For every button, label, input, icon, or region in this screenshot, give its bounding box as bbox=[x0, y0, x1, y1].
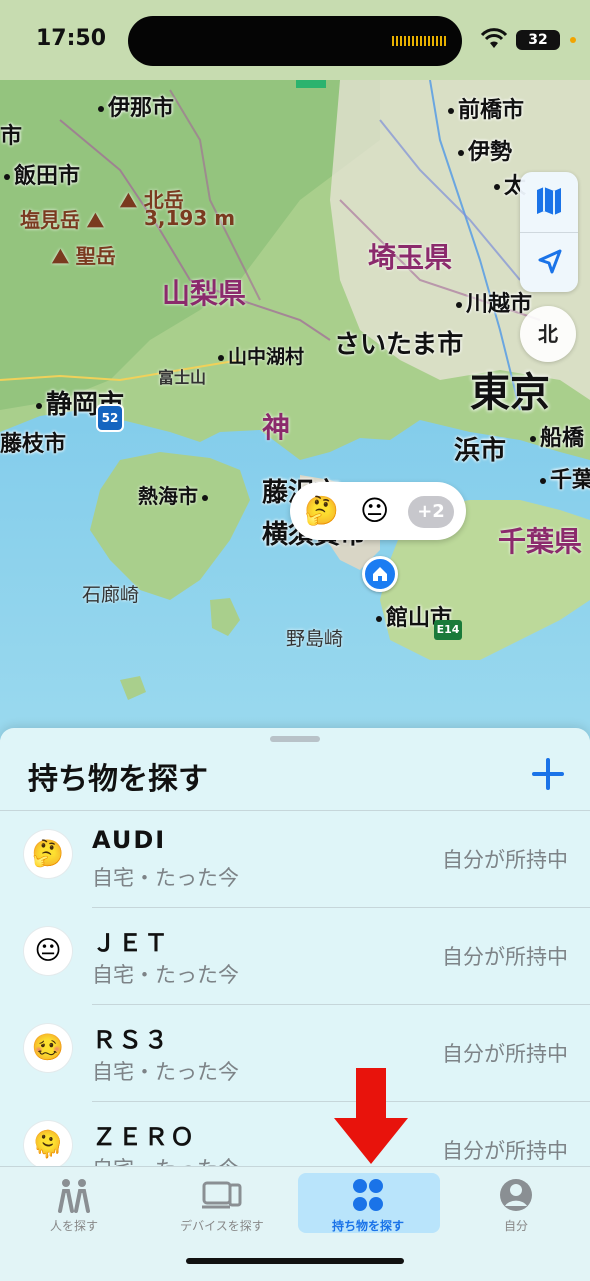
status-time: 17:50 bbox=[36, 26, 107, 51]
item-status: 自分が所持中 bbox=[442, 945, 568, 969]
item-avatar: 🤔 bbox=[24, 830, 72, 878]
battery-indicator-dot bbox=[570, 37, 576, 43]
people-icon bbox=[58, 1179, 90, 1213]
item-row-audi[interactable]: 🤔 AUDI 自宅・たった今 自分が所持中 bbox=[0, 812, 590, 908]
map-label-yokohama: 浜市 bbox=[454, 436, 507, 466]
item-location: 自宅・たった今 bbox=[92, 1060, 239, 1084]
map-label-fujisan: 富士山 bbox=[158, 368, 207, 387]
tab-people[interactable]: 人を探す bbox=[4, 1173, 144, 1233]
map-label-kanagawa-partial: 神 bbox=[262, 411, 291, 444]
map-label-saitama-pref: 埼玉県 bbox=[368, 241, 453, 274]
item-status: 自分が所持中 bbox=[442, 1139, 568, 1163]
map-label-funabashi: 船橋 bbox=[530, 420, 584, 452]
tab-label: 持ち物を探す bbox=[331, 1219, 404, 1233]
map-label-irozaki: 石廊崎 bbox=[82, 584, 140, 606]
sheet-grabber[interactable] bbox=[270, 736, 320, 742]
items-map-pin[interactable]: 🤔 😐 +2 bbox=[290, 482, 466, 540]
map-view[interactable]: 伊那市 前橋市 市 伊勢 飯田市 太 ⛰ 北岳 3,193 m 塩見岳 ⛰ ⛰ … bbox=[0, 80, 590, 740]
map-label-chiba: 千葉 bbox=[540, 462, 590, 494]
pin-more-count: +2 bbox=[408, 496, 454, 528]
red-down-arrow-icon bbox=[334, 1068, 408, 1164]
home-indicator[interactable] bbox=[186, 1258, 404, 1264]
item-location: 自宅・たった今 bbox=[92, 963, 239, 987]
map-label-hijiridake: ⛰ 聖岳 bbox=[52, 244, 116, 268]
battery-icon: 32 bbox=[516, 30, 560, 50]
pin-emoji-1: 🤔 bbox=[304, 494, 339, 527]
devices-icon bbox=[202, 1181, 242, 1209]
sheet-title: 持ち物を探す bbox=[28, 762, 208, 797]
map-label-yamanashi-pref: 山梨県 bbox=[162, 277, 247, 310]
item-name: ＲＳ３ bbox=[92, 1026, 170, 1054]
current-location-button[interactable] bbox=[520, 232, 578, 292]
item-avatar: 🫠 bbox=[24, 1121, 72, 1168]
tab-devices[interactable]: デバイスを探す bbox=[152, 1173, 292, 1233]
item-avatar: 😐 bbox=[24, 927, 72, 975]
items-sheet: 持ち物を探す 🤔 AUDI 自宅・たった今 自分が所持中 😐 ＪＥＴ 自宅・たっ… bbox=[0, 728, 590, 1168]
sheet-divider bbox=[0, 810, 590, 811]
map-controls bbox=[520, 172, 578, 292]
item-name: AUDI bbox=[92, 826, 167, 854]
map-label-chiba-pref: 千葉県 bbox=[498, 525, 583, 558]
tab-label: 自分 bbox=[503, 1219, 528, 1233]
island-activity-icon bbox=[392, 36, 446, 46]
home-location-pin[interactable] bbox=[362, 556, 398, 592]
item-location: 自宅・たった今 bbox=[92, 866, 239, 890]
item-status: 自分が所持中 bbox=[442, 1042, 568, 1066]
pin-emoji-2: 😐 bbox=[360, 494, 390, 527]
wifi-icon bbox=[480, 28, 508, 48]
map-label-tokyo: 東京 bbox=[470, 370, 550, 416]
tab-label: デバイスを探す bbox=[180, 1219, 264, 1233]
map-label-ina: 伊那市 bbox=[98, 90, 174, 122]
item-avatar: 🥴 bbox=[24, 1024, 72, 1072]
item-name: ＪＥＴ bbox=[92, 929, 170, 957]
map-label-fujieda: 藤枝市 bbox=[0, 432, 67, 457]
tab-label: 人を探す bbox=[49, 1219, 98, 1233]
route-e14-shield: E14 bbox=[434, 620, 462, 640]
map-label-shiomidake: 塩見岳 ⛰ bbox=[20, 208, 104, 232]
map-icon bbox=[537, 187, 561, 215]
item-row-jet[interactable]: 😐 ＪＥＴ 自宅・たった今 自分が所持中 bbox=[0, 909, 590, 1005]
item-status: 自分が所持中 bbox=[442, 848, 568, 872]
map-label-maebashi: 前橋市 bbox=[448, 92, 524, 124]
map-label-saitama-city: さいたま市 bbox=[334, 330, 464, 360]
items-icon bbox=[353, 1179, 383, 1211]
map-mode-button[interactable] bbox=[520, 172, 578, 232]
tab-me[interactable]: 自分 bbox=[446, 1173, 586, 1233]
me-icon bbox=[500, 1179, 532, 1211]
map-label-yamanakako: 山中湖村 bbox=[218, 342, 304, 369]
compass-button[interactable]: 北 bbox=[520, 306, 576, 362]
compass-north-label: 北 bbox=[538, 322, 558, 346]
map-label-isesaki: 伊勢 bbox=[458, 134, 512, 166]
map-label-atami: 熱海市 bbox=[138, 480, 212, 509]
status-bar: 17:50 32 bbox=[0, 0, 590, 80]
item-name: ＺＥＲＯ bbox=[92, 1123, 196, 1151]
map-label-iida: 飯田市 bbox=[4, 158, 80, 190]
tab-items[interactable]: 持ち物を探す bbox=[298, 1173, 440, 1233]
add-item-button[interactable] bbox=[530, 756, 566, 792]
route-52-shield: 52 bbox=[96, 404, 124, 432]
item-row-zero[interactable]: 🫠 ＺＥＲＯ 自宅・たった今 自分が所持中 bbox=[0, 1103, 590, 1168]
home-icon bbox=[373, 567, 387, 581]
map-label-nojimazaki: 野島崎 bbox=[286, 628, 344, 650]
map-label-ichi: 市 bbox=[0, 124, 23, 149]
location-arrow-icon bbox=[538, 249, 562, 274]
map-label-kitadake-height: 3,193 m bbox=[144, 206, 236, 230]
item-row-rs3[interactable]: 🥴 ＲＳ３ 自宅・たった今 自分が所持中 bbox=[0, 1006, 590, 1102]
